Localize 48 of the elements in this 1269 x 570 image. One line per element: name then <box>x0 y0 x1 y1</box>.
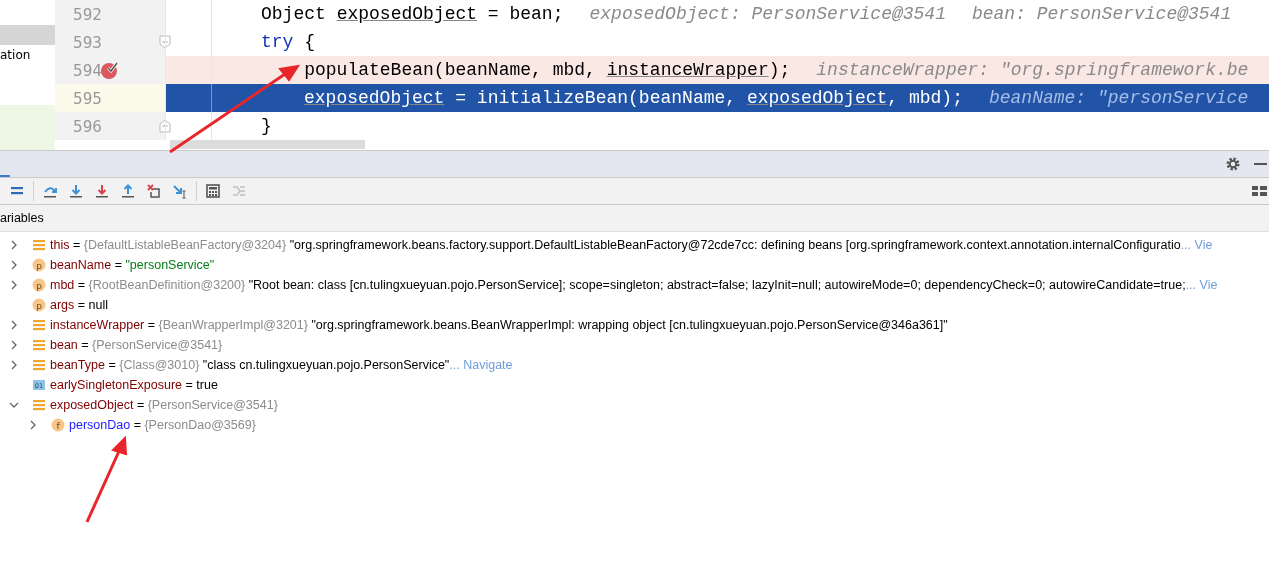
code-line: populateBean(beanName, mbd, instanceWrapper); <box>303 60 791 80</box>
force-step-into-icon[interactable] <box>94 183 110 199</box>
variable-entry[interactable]: earlySingletonExposure = true <box>50 378 218 392</box>
settings-icon[interactable] <box>1225 156 1241 172</box>
tree-highlight <box>0 105 55 150</box>
inline-value-hint: exposedObject: PersonService@3541 <box>589 4 946 24</box>
drop-frame-icon[interactable] <box>146 183 162 199</box>
breakpoint-check-icon[interactable] <box>100 60 120 80</box>
step-into-icon[interactable] <box>68 183 84 199</box>
variable-entry[interactable]: personDao = {PersonDao@3569} <box>69 418 260 432</box>
calculator-icon[interactable] <box>205 183 221 199</box>
variable-entry[interactable]: beanName = "personService" <box>50 258 215 272</box>
variable-entry[interactable]: args = null <box>50 298 109 312</box>
code-line: Object exposedObject = bean; <box>261 4 564 24</box>
variable-entry[interactable]: bean = {PersonService@3541} <box>50 338 226 352</box>
p-circle-icon: p <box>32 258 46 272</box>
inline-value-hint: beanName: "personService <box>988 88 1249 108</box>
list-lines-icon <box>32 318 46 332</box>
layout-icon[interactable] <box>1251 184 1267 198</box>
p-circle-icon: p <box>32 278 46 292</box>
variable-entry[interactable]: exposedObject = {PersonService@3541} <box>50 398 282 412</box>
line-number: 596 <box>55 112 130 140</box>
variables-tab[interactable]: ariables <box>0 211 44 225</box>
variable-entry[interactable]: this = {DefaultListableBeanFactory@3204} "org.springframework.beans.factory.support.DefaultListableBeanFactory@72cde7cc: defining beans [org.springframework.context.annotation.internalConfiguratio <box>50 238 1181 252</box>
horizontal-scrollbar[interactable] <box>170 140 365 149</box>
list-lines-icon <box>32 238 46 252</box>
code-line: } <box>261 116 272 136</box>
line-number: 594 <box>55 56 130 84</box>
line-number: 593 <box>55 28 130 56</box>
fold-marker-icon[interactable] <box>159 119 171 133</box>
code-line: exposedObject = initializeBean(beanName, exposedObject, mbd); <box>303 88 963 108</box>
fold-marker-icon[interactable] <box>159 35 171 49</box>
list-lines-icon <box>32 398 46 412</box>
variable-entry[interactable]: mbd = {RootBeanDefinition@3200} "Root bean: class [cn.tulingxueyuan.pojo.PersonService]; scope=singleton; abstract=false; lazyInit=null; autowireMode=0; dependencyCheck=0; autowireCandidate=true; <box>50 278 1186 292</box>
f-circle-icon: f <box>51 418 65 432</box>
list-lines-icon <box>32 338 46 352</box>
line-number: 592 <box>55 0 130 28</box>
project-tree-label[interactable]: ation <box>0 45 55 65</box>
step-out-icon[interactable] <box>120 183 136 199</box>
run-to-cursor-icon[interactable] <box>172 183 188 199</box>
line-number: 595 <box>55 84 130 112</box>
p-circle-icon: p <box>32 298 46 312</box>
variable-entry[interactable]: instanceWrapper = {BeanWrapperImpl@3201} "org.springframework.beans.BeanWrapperImpl: wrapping object [cn.tulingxueyuan.pojo.PersonService@346a361]" <box>50 318 948 332</box>
code-line: try { <box>261 32 315 52</box>
list-lines-icon <box>32 358 46 372</box>
inline-value-hint: bean: PersonService@3541 <box>971 4 1232 24</box>
inline-value-hint: instanceWrapper: "org.springframework.be <box>816 60 1249 80</box>
variable-entry[interactable]: beanType = {Class@3010} "class cn.tulingxueyuan.pojo.PersonService" <box>50 358 450 372</box>
